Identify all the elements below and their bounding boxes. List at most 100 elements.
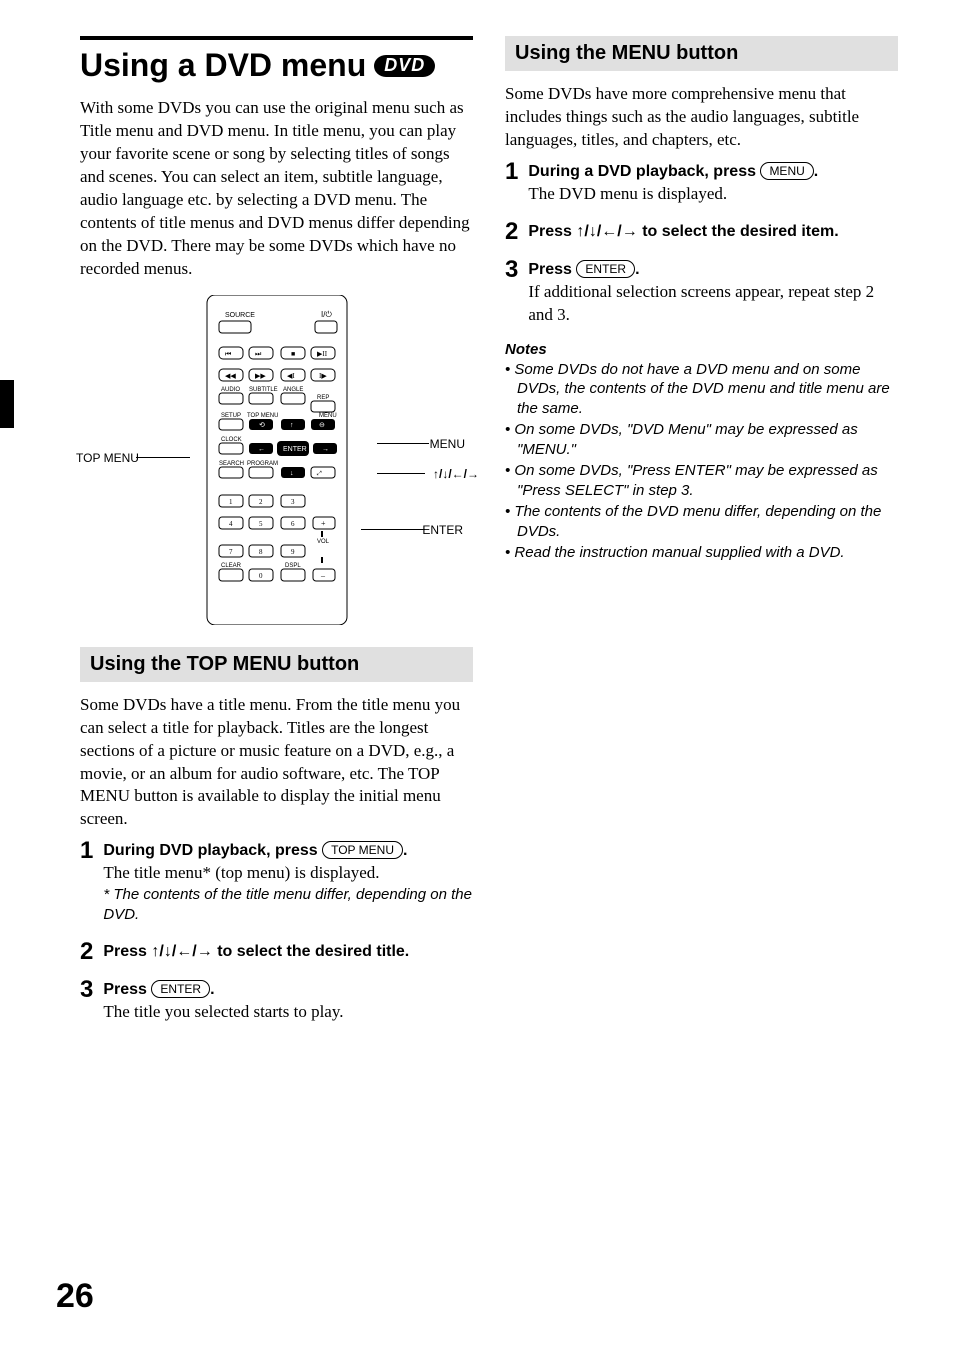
topmenu-pill: TOP MENU <box>322 841 403 859</box>
svg-text:I▶: I▶ <box>319 372 327 380</box>
svg-text:6: 6 <box>291 520 295 528</box>
step-number: 2 <box>505 220 518 244</box>
step-number: 3 <box>505 258 518 327</box>
step-lead-after: to select the desired title. <box>213 943 410 960</box>
section-menu-heading: Using the MENU button <box>505 36 898 71</box>
svg-text:⏮: ⏮ <box>225 350 231 358</box>
svg-text:PROGRAM: PROGRAM <box>247 461 278 467</box>
svg-text:ANGLE: ANGLE <box>283 387 303 393</box>
svg-text:–: – <box>320 571 326 580</box>
note-item: Read the instruction manual supplied wit… <box>505 543 898 563</box>
step-lead-after: to select the desired item. <box>638 223 839 240</box>
right-step-1: 1 During a DVD playback, press MENU. The… <box>505 160 898 206</box>
step-body-text: If additional selection screens appear, … <box>528 281 898 327</box>
step-body-text: The title menu* (top menu) is displayed. <box>103 862 473 885</box>
remote-svg: SOURCE I/⏻ ⏮ ⏭ ■ ▶II ◀◀ ▶▶ ◀I I▶ AUDIO S… <box>177 295 377 625</box>
callout-menu: MENU <box>430 437 465 451</box>
svg-text:↓: ↓ <box>290 469 294 477</box>
step-body-text: The title you selected starts to play. <box>103 1001 473 1024</box>
callout-topmenu: TOP MENU <box>76 451 139 465</box>
svg-text:4: 4 <box>229 520 233 528</box>
svg-text:DSPL: DSPL <box>285 563 301 569</box>
svg-text:SEARCH: SEARCH <box>219 461 244 467</box>
svg-text:▶II: ▶II <box>317 350 328 358</box>
notes-heading: Notes <box>505 341 898 358</box>
left-step-3: 3 Press ENTER. The title you selected st… <box>80 978 473 1024</box>
section-topmenu-heading: Using the TOP MENU button <box>80 647 473 682</box>
callout-line <box>136 457 190 458</box>
step-lead-before: Press <box>528 261 576 278</box>
callout-line <box>377 473 425 474</box>
svg-text:1: 1 <box>229 498 233 506</box>
remote-label-source: SOURCE <box>225 312 255 319</box>
step-number: 3 <box>80 978 93 1024</box>
svg-text:⟲: ⟲ <box>259 421 265 429</box>
svg-text:7: 7 <box>229 548 233 556</box>
intro-paragraph: With some DVDs you can use the original … <box>80 97 473 281</box>
callout-arrows: ↑/↓/←/→ <box>433 467 479 481</box>
note-item: On some DVDs, "Press ENTER" may be expre… <box>505 461 898 500</box>
arrow-glyph: ↑/↓/←/→ <box>151 943 212 960</box>
svg-text:I/⏻: I/⏻ <box>321 310 332 319</box>
enter-pill: ENTER <box>151 980 210 998</box>
step-lead-after: . <box>814 163 818 180</box>
section-topmenu-body: Some DVDs have a title menu. From the ti… <box>80 694 473 832</box>
notes-list: Some DVDs do not have a DVD menu and on … <box>505 360 898 563</box>
step-body-text: The DVD menu is displayed. <box>528 183 898 206</box>
title-rule <box>80 36 473 40</box>
step-lead-before: Press <box>103 943 151 960</box>
svg-text:MENU: MENU <box>319 413 337 419</box>
svg-text:5: 5 <box>259 520 263 528</box>
callout-line <box>377 443 429 444</box>
note-item: Some DVDs do not have a DVD menu and on … <box>505 360 898 419</box>
svg-text:→: → <box>322 445 329 453</box>
svg-text:9: 9 <box>291 548 295 556</box>
left-step-1: 1 During DVD playback, press TOP MENU. T… <box>80 839 473 925</box>
step-lead-after: . <box>210 981 214 998</box>
svg-text:8: 8 <box>259 548 263 556</box>
step-lead-after: . <box>403 842 407 859</box>
svg-text:SETUP: SETUP <box>221 413 241 419</box>
step-number: 1 <box>80 839 93 925</box>
callout-enter: ENTER <box>422 523 463 537</box>
enter-pill: ENTER <box>576 260 635 278</box>
left-column: Using a DVD menu DVD With some DVDs you … <box>80 36 473 1038</box>
page-title: Using a DVD menu DVD <box>80 48 473 83</box>
remote-illustration: TOP MENU MENU ↑/↓/←/→ ENTER SOURCE I/⏻ ⏮… <box>80 295 473 625</box>
note-item: The contents of the DVD menu differ, dep… <box>505 502 898 541</box>
dvd-logo: DVD <box>374 55 435 77</box>
svg-text:▶▶: ▶▶ <box>255 372 266 380</box>
svg-text:◀◀: ◀◀ <box>225 372 236 380</box>
arrow-glyph: ↑/↓/←/→ <box>576 223 637 240</box>
svg-text:SUBTITLE: SUBTITLE <box>249 387 278 393</box>
svg-text:←: ← <box>258 445 265 453</box>
footnote-text: The contents of the title menu differ, d… <box>103 886 472 923</box>
menu-pill: MENU <box>760 162 813 180</box>
svg-text:TOP MENU: TOP MENU <box>247 413 278 419</box>
footnote-mark: * <box>103 886 109 903</box>
right-column: Using the MENU button Some DVDs have mor… <box>505 36 898 1038</box>
svg-text:⤢: ⤢ <box>317 470 322 477</box>
svg-text:⏭: ⏭ <box>255 350 262 358</box>
step-number: 1 <box>505 160 518 206</box>
svg-text:ENTER: ENTER <box>283 446 307 453</box>
page-number: 26 <box>56 1277 94 1316</box>
step-lead-before: During DVD playback, press <box>103 842 322 859</box>
svg-text:0: 0 <box>259 572 263 580</box>
callout-line <box>361 529 425 530</box>
svg-text:+: + <box>321 519 326 528</box>
svg-text:CLEAR: CLEAR <box>221 563 242 569</box>
section-menu-body: Some DVDs have more comprehensive menu t… <box>505 83 898 152</box>
svg-text:■: ■ <box>291 350 295 358</box>
page-title-text: Using a DVD menu <box>80 48 366 83</box>
step-lead-before: Press <box>528 223 576 240</box>
side-tab <box>0 380 14 428</box>
svg-text:↑: ↑ <box>290 421 294 429</box>
step-lead-before: During a DVD playback, press <box>528 163 760 180</box>
svg-text:CLOCK: CLOCK <box>221 437 242 443</box>
svg-text:REP: REP <box>317 395 329 401</box>
step-number: 2 <box>80 940 93 964</box>
step-lead-before: Press <box>103 981 151 998</box>
right-step-3: 3 Press ENTER. If additional selection s… <box>505 258 898 327</box>
step-lead-after: . <box>635 261 639 278</box>
